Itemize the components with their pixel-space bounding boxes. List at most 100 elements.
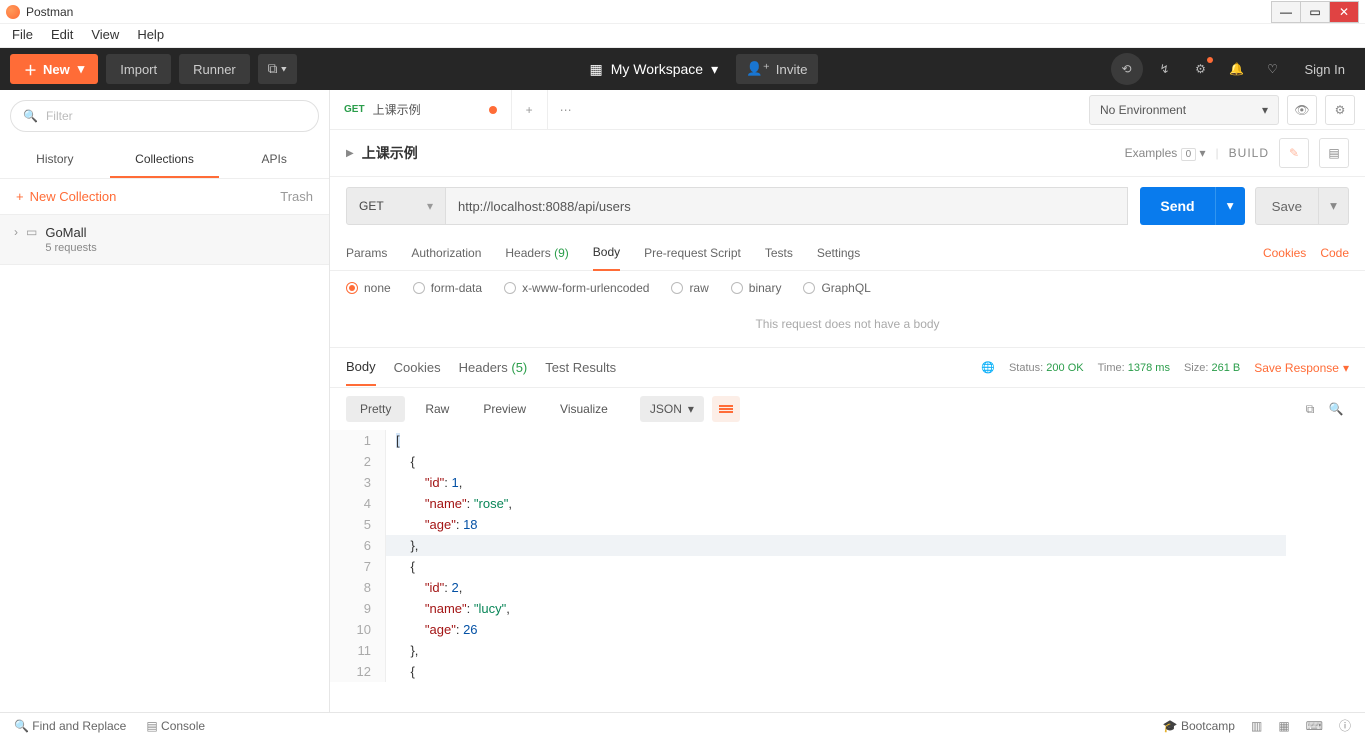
view-options: Pretty Raw Preview Visualize JSON▾ ⧉ 🔍: [330, 388, 1365, 430]
save-button[interactable]: Save: [1255, 187, 1319, 225]
window-title: Postman: [26, 5, 73, 19]
runner-button[interactable]: Runner: [179, 54, 250, 84]
import-button[interactable]: Import: [106, 54, 171, 84]
send-dropdown[interactable]: ▾: [1215, 187, 1245, 225]
expand-icon[interactable]: ▶: [346, 148, 354, 159]
request-tab[interactable]: GET 上课示例: [330, 90, 512, 129]
tab-more-button[interactable]: ⋯: [548, 90, 584, 129]
sync-icon[interactable]: ⟲: [1111, 53, 1143, 85]
tab-params[interactable]: Params: [346, 236, 387, 270]
edit-button[interactable]: ✎: [1279, 138, 1309, 168]
view-preview[interactable]: Preview: [469, 396, 540, 422]
new-tab-button[interactable]: +: [512, 90, 548, 129]
settings-icon[interactable]: ⚙: [1187, 55, 1215, 83]
panel-icon-2[interactable]: ▦: [1278, 719, 1289, 733]
comments-button[interactable]: ▤: [1319, 138, 1349, 168]
view-visualize[interactable]: Visualize: [546, 396, 622, 422]
radio-form-data[interactable]: form-data: [413, 281, 482, 295]
wrap-lines-button[interactable]: [712, 396, 740, 422]
send-button[interactable]: Send: [1140, 187, 1214, 225]
chevron-down-icon: ▾: [427, 199, 433, 213]
capture-icon[interactable]: ↯: [1151, 55, 1179, 83]
tab-authorization[interactable]: Authorization: [411, 236, 481, 270]
examples-dropdown[interactable]: Examples 0 ▾: [1125, 146, 1206, 160]
tab-headers[interactable]: Headers (9): [505, 236, 568, 270]
panel-icon-1[interactable]: ▥: [1251, 719, 1262, 733]
collection-name: GoMall: [45, 225, 96, 240]
close-button[interactable]: ✕: [1329, 1, 1359, 23]
save-response-link[interactable]: Save Response ▾: [1254, 361, 1349, 375]
content-area: GET 上课示例 + ⋯ No Environment▾ 👁 ⚙ ▶ 上课示例 …: [330, 90, 1365, 712]
radio-binary[interactable]: binary: [731, 281, 782, 295]
filter-input[interactable]: 🔍 Filter: [10, 100, 319, 132]
chevron-down-icon: ▾: [1262, 103, 1268, 117]
help-icon[interactable]: ⓘ: [1339, 717, 1351, 734]
radio-graphql[interactable]: GraphQL: [803, 281, 870, 295]
chevron-down-icon: ▾: [688, 402, 694, 416]
menu-file[interactable]: File: [12, 27, 33, 42]
find-replace-button[interactable]: 🔍 Find and Replace: [14, 719, 126, 733]
notifications-icon[interactable]: 🔔: [1223, 55, 1251, 83]
maximize-button[interactable]: ▭: [1300, 1, 1330, 23]
search-icon: 🔍: [23, 109, 38, 123]
line-gutter: 123456789101112: [330, 430, 386, 682]
bootcamp-button[interactable]: 🎓 Bootcamp: [1163, 719, 1235, 733]
folder-icon: ▭: [26, 225, 37, 239]
menu-view[interactable]: View: [91, 27, 119, 42]
trash-link[interactable]: Trash: [280, 189, 313, 204]
status-value: 200 OK: [1046, 362, 1083, 374]
sign-in-link[interactable]: Sign In: [1295, 62, 1355, 77]
heart-icon[interactable]: ♡: [1259, 55, 1287, 83]
invite-button[interactable]: 👤⁺Invite: [736, 54, 818, 84]
chevron-down-icon: ▾: [711, 61, 718, 78]
new-button[interactable]: ＋New▾: [10, 54, 98, 84]
workspace-selector[interactable]: ▦ My Workspace ▾: [590, 61, 719, 78]
time-value: 1378 ms: [1128, 362, 1170, 374]
radio-raw[interactable]: raw: [671, 281, 708, 295]
tab-apis[interactable]: APIs: [219, 142, 329, 178]
new-collection-link[interactable]: +New Collection: [16, 189, 116, 204]
unsaved-dot-icon: [489, 106, 497, 114]
method-selector[interactable]: GET▾: [346, 187, 446, 225]
env-preview-button[interactable]: 👁: [1287, 95, 1317, 125]
radio-urlencoded[interactable]: x-www-form-urlencoded: [504, 281, 649, 295]
cookies-link[interactable]: Cookies: [1263, 246, 1306, 260]
app-toolbar: ＋New▾ Import Runner ⧉ ▾ ▦ My Workspace ▾…: [0, 48, 1365, 90]
tab-prerequest[interactable]: Pre-request Script: [644, 236, 741, 270]
grid-icon: ▦: [590, 61, 603, 78]
search-response-button[interactable]: 🔍: [1323, 396, 1349, 422]
resp-tab-body[interactable]: Body: [346, 349, 376, 386]
save-dropdown[interactable]: ▾: [1319, 187, 1349, 225]
resp-tab-headers[interactable]: Headers (5): [459, 350, 528, 385]
view-raw[interactable]: Raw: [411, 396, 463, 422]
tab-history[interactable]: History: [0, 142, 110, 178]
response-body: 123456789101112 [ { "id": 1, "name": "ro…: [330, 430, 1365, 682]
collection-count: 5 requests: [45, 242, 96, 254]
tab-settings[interactable]: Settings: [817, 236, 860, 270]
build-label[interactable]: BUILD: [1229, 146, 1269, 160]
console-button[interactable]: ▤ Console: [146, 719, 205, 733]
menu-help[interactable]: Help: [137, 27, 164, 42]
view-pretty[interactable]: Pretty: [346, 396, 405, 422]
tab-body[interactable]: Body: [593, 235, 620, 271]
url-row: GET▾ Send ▾ Save ▾: [330, 177, 1365, 235]
url-input[interactable]: [446, 187, 1128, 225]
menu-edit[interactable]: Edit: [51, 27, 73, 42]
tab-collections[interactable]: Collections: [110, 142, 220, 178]
copy-button[interactable]: ⧉: [1297, 396, 1323, 422]
code-lines[interactable]: [ { "id": 1, "name": "rose", "age": 18 }…: [386, 430, 1286, 682]
radio-none[interactable]: none: [346, 281, 391, 295]
tab-tests[interactable]: Tests: [765, 236, 793, 270]
sidebar: 🔍 Filter History Collections APIs +New C…: [0, 90, 330, 712]
format-selector[interactable]: JSON▾: [640, 396, 704, 422]
minimize-button[interactable]: —: [1271, 1, 1301, 23]
collection-item[interactable]: › ▭ GoMall 5 requests: [0, 214, 329, 265]
environment-selector[interactable]: No Environment▾: [1089, 95, 1279, 125]
shortcuts-icon[interactable]: ⌨: [1306, 719, 1323, 733]
globe-icon[interactable]: 🌐: [981, 361, 995, 374]
resp-tab-tests[interactable]: Test Results: [545, 350, 616, 385]
history-button[interactable]: ⧉ ▾: [258, 54, 297, 84]
env-settings-button[interactable]: ⚙: [1325, 95, 1355, 125]
code-link[interactable]: Code: [1320, 246, 1349, 260]
resp-tab-cookies[interactable]: Cookies: [394, 350, 441, 385]
